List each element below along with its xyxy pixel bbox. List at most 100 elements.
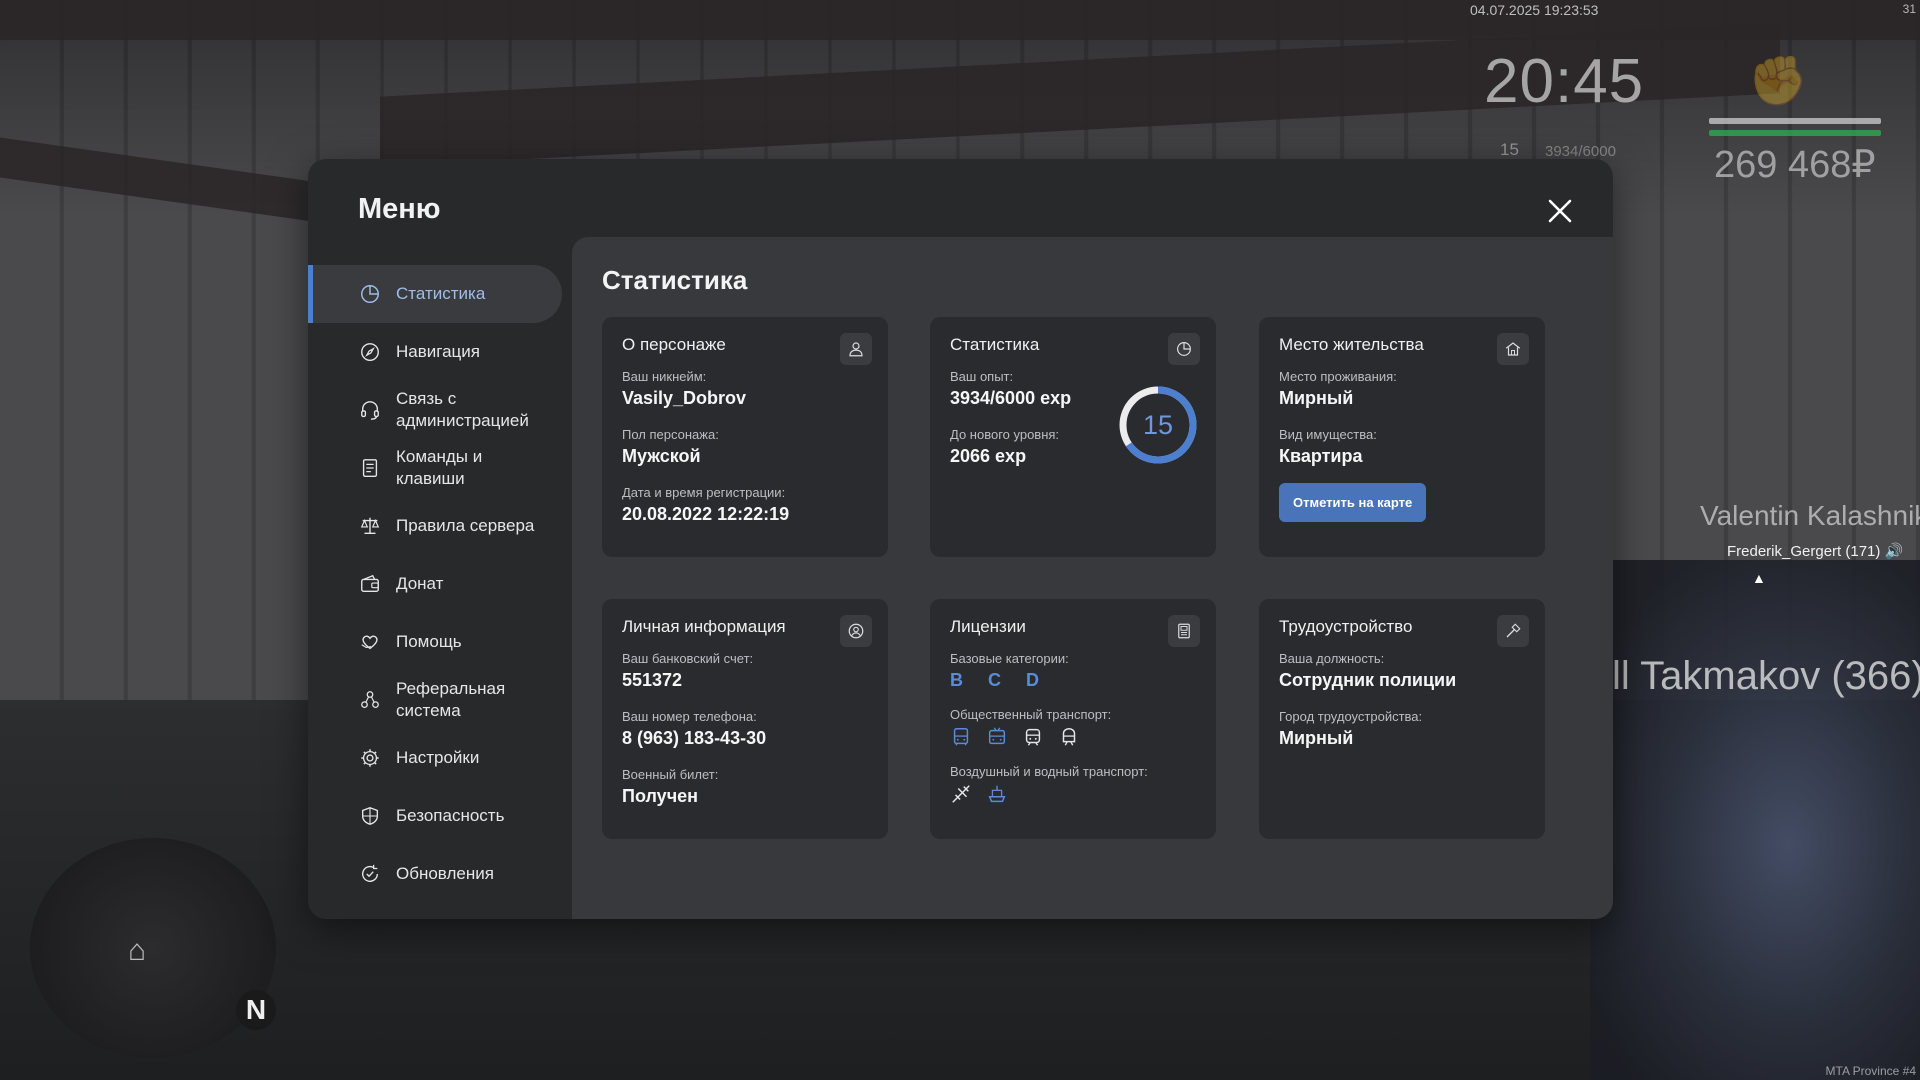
boat-icon <box>988 785 1006 803</box>
sidebar-item-settings[interactable]: Настройки <box>308 729 562 787</box>
airplane-icon <box>952 785 970 803</box>
minimap-north: N <box>236 990 276 1030</box>
mark-on-map-button[interactable]: Отметить на карте <box>1279 483 1427 522</box>
sidebar-item-label: Реферальная система <box>396 679 506 720</box>
home-marker-icon: ⌂ <box>128 934 147 967</box>
level-progress-ring: 15 <box>1116 383 1200 467</box>
card-title: Лицензии <box>950 617 1026 636</box>
sidebar-item-statistics[interactable]: Статистика <box>308 265 562 323</box>
card-title: Трудоустройство <box>1279 617 1413 636</box>
license-categories: B C D <box>950 670 1049 690</box>
sidebar-item-commands[interactable]: Команды и клавиши <box>308 439 562 497</box>
hud-datetime: 04.07.2025 19:23:53 <box>1470 2 1599 18</box>
field-label: Ваш номер телефона: <box>622 709 757 724</box>
sidebar-item-donate[interactable]: Донат <box>308 555 562 613</box>
field-label: Город трудоустройства: <box>1279 709 1423 724</box>
field-label: Воздушный и водный транспорт: <box>950 764 1148 779</box>
menu-title: Меню <box>358 193 441 225</box>
document-list-icon <box>358 456 382 480</box>
police-motorcycle <box>1590 560 1920 1080</box>
field-label: Базовые категории: <box>950 651 1069 666</box>
hud-health-bars <box>1709 118 1881 142</box>
armor-bar <box>1709 118 1881 124</box>
sidebar-item-updates[interactable]: Обновления <box>308 845 562 903</box>
close-button[interactable] <box>1542 193 1578 229</box>
card-statistics: Статистика Ваш опыт: 3934/6000 exp До но… <box>930 317 1216 557</box>
field-label: Военный билет: <box>622 767 719 782</box>
gear-icon <box>358 746 382 770</box>
user-icon <box>840 333 872 365</box>
chart-pie-icon <box>358 282 382 306</box>
player-nametag: Valentin Kalashnikov <box>1700 500 1920 531</box>
people-network-icon <box>358 688 382 712</box>
bus-icon <box>953 728 969 746</box>
sidebar-item-label: Команды и клавиши <box>396 447 483 488</box>
close-icon <box>1548 199 1572 223</box>
heart-hand-icon <box>358 630 382 654</box>
military-id-value: Получен <box>622 786 699 806</box>
trolleybus-icon <box>988 727 1006 745</box>
hud-level: 15 <box>1500 140 1519 159</box>
card-title: О персонаже <box>622 335 726 354</box>
card-employment: Трудоустройство Ваша должность: Сотрудни… <box>1259 599 1545 839</box>
field-label: Пол персонажа: <box>622 427 719 442</box>
refresh-check-icon <box>358 862 382 886</box>
metro-icon <box>1062 728 1076 746</box>
hud-money: 269 468₽ <box>1714 144 1876 186</box>
card-personal-info: Личная информация Ваш банковский счет: 5… <box>602 599 888 839</box>
roof-beam <box>0 0 1920 40</box>
hud-exp: 3934/6000 <box>1545 143 1616 160</box>
minimap: ⌂ N <box>30 838 276 1058</box>
sidebar-item-admin-contact[interactable]: Связь с администрацией <box>308 381 562 439</box>
chart-pie-icon <box>1168 333 1200 365</box>
menu-window: Меню Статистика Навигация Связь с админи… <box>308 159 1613 919</box>
sidebar-item-label: Безопасность <box>396 806 505 825</box>
health-bar <box>1709 130 1881 136</box>
compass-icon <box>358 340 382 364</box>
card-title: Статистика <box>950 335 1040 354</box>
watermark: MTA Province #4 <box>1825 1064 1916 1078</box>
tram-icon <box>1025 728 1041 746</box>
fist-icon: ✊ <box>1748 55 1808 108</box>
sidebar-item-label: Настройки <box>396 748 480 767</box>
scales-icon <box>358 514 382 538</box>
sidebar-item-label: Обновления <box>396 864 494 883</box>
level-number: 15 <box>1143 410 1173 440</box>
sidebar-item-label: Правила сервера <box>396 516 535 535</box>
sidebar-item-navigation[interactable]: Навигация <box>308 323 562 381</box>
hammer-icon <box>1497 615 1529 647</box>
sidebar-item-label: Донат <box>396 574 444 593</box>
sidebar-item-security[interactable]: Безопасность <box>308 787 562 845</box>
house-icon <box>1497 333 1529 365</box>
card-residence: Место жительства Место проживания: Мирны… <box>1259 317 1545 557</box>
content-title: Статистика <box>602 265 748 295</box>
field-label: Ваш опыт: <box>950 369 1014 384</box>
shield-icon <box>358 804 382 828</box>
sidebar-item-help[interactable]: Помощь <box>308 613 562 671</box>
sidebar-item-referral[interactable]: Реферальная система <box>308 671 562 729</box>
hud-corner-number: 31 <box>1902 2 1916 16</box>
field-label: Место проживания: <box>1279 369 1397 384</box>
wallet-icon <box>358 572 382 596</box>
job-position-value: Сотрудник полиции <box>1279 670 1457 690</box>
property-type-value: Квартира <box>1279 446 1363 466</box>
field-label: Дата и время регистрации: <box>622 485 786 500</box>
public-transport-icons <box>950 726 1196 748</box>
sidebar: Статистика Навигация Связь с администрац… <box>308 265 562 903</box>
field-label: Ваш банковский счет: <box>622 651 754 666</box>
bank-account-value: 551372 <box>622 670 683 690</box>
gender-value: Мужской <box>622 446 701 466</box>
sidebar-item-label: Связь с администрацией <box>396 389 529 430</box>
sidebar-item-rules[interactable]: Правила сервера <box>308 497 562 555</box>
field-label: Ваша должность: <box>1279 651 1385 666</box>
sidebar-item-label: Статистика <box>396 284 486 303</box>
sidebar-item-label: Помощь <box>396 632 462 651</box>
sidebar-item-label: Навигация <box>396 342 480 361</box>
content-panel: Статистика О персонаже Ваш никнейм: Vasi… <box>572 237 1613 919</box>
license-document-icon <box>1168 615 1200 647</box>
card-character: О персонаже Ваш никнейм: Vasily_Dobrov П… <box>602 317 888 557</box>
residence-place-value: Мирный <box>1279 388 1354 408</box>
card-licenses: Лицензии Базовые категории: B C D Общест… <box>930 599 1216 839</box>
field-label: Общественный транспорт: <box>950 707 1112 722</box>
nickname-value: Vasily_Dobrov <box>622 388 747 408</box>
